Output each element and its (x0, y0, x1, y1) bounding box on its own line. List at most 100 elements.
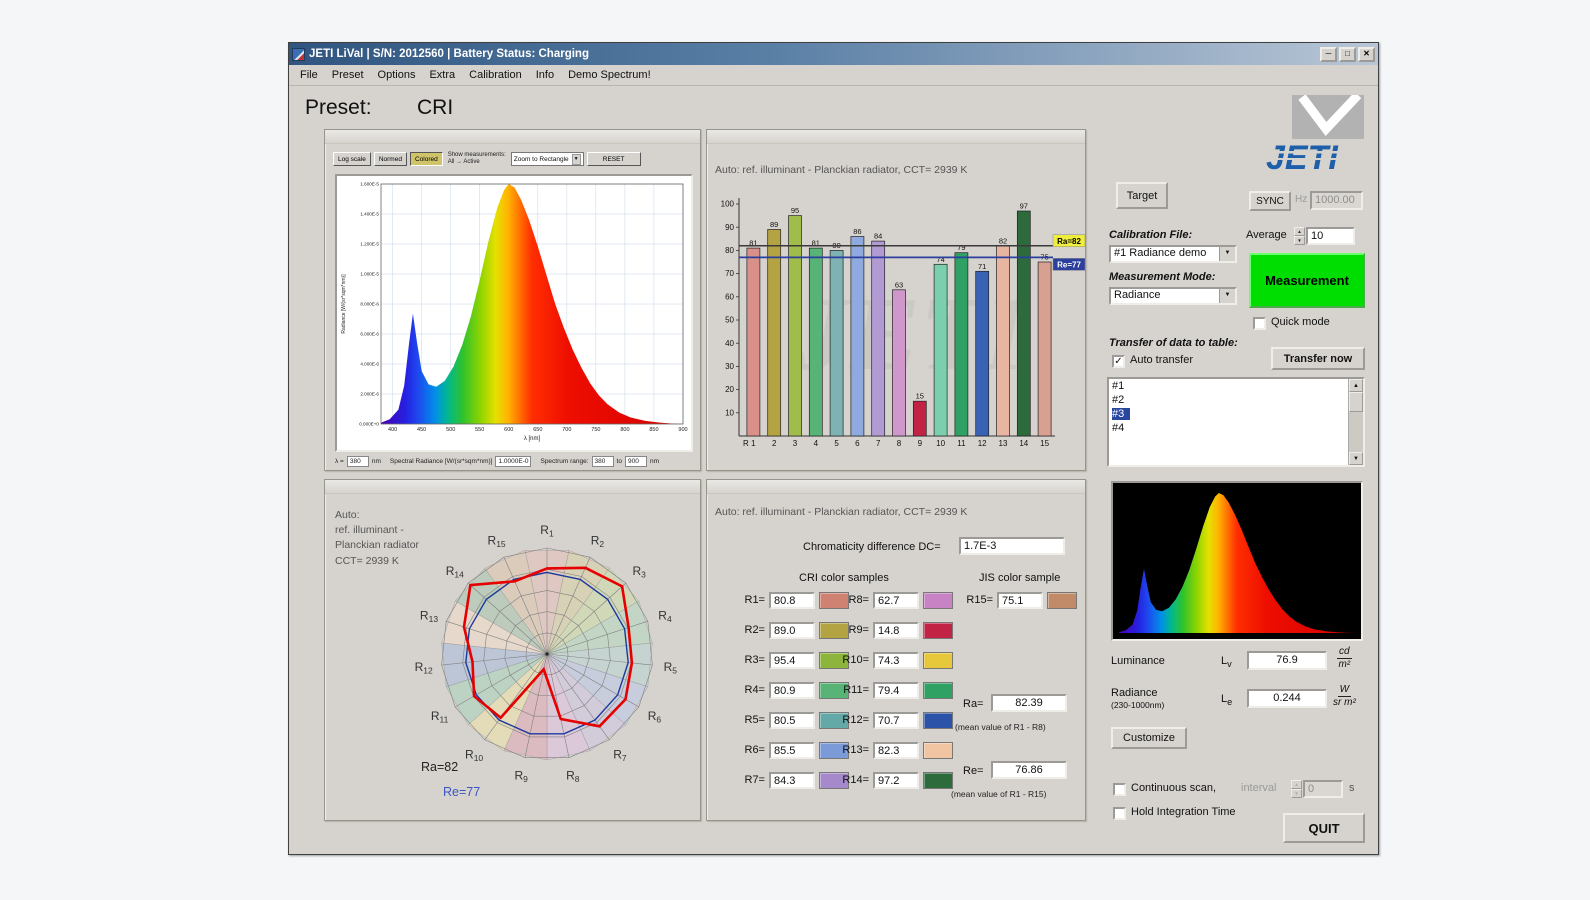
zoom-mode-select[interactable]: Zoom to Rectangle ▼ (511, 152, 584, 166)
menu-extra[interactable]: Extra (422, 67, 462, 83)
target-button[interactable]: Target (1116, 182, 1168, 209)
cri-sample-swatch (923, 712, 953, 729)
svg-text:100: 100 (721, 200, 735, 209)
lv-symbol: Lv (1221, 655, 1232, 669)
maximize-button[interactable]: □ (1339, 47, 1356, 62)
svg-text:70: 70 (725, 269, 734, 278)
cri-sample-value[interactable]: 89.0 (769, 622, 815, 639)
lambda-input[interactable]: 380 (347, 456, 369, 467)
cri-sample-value[interactable]: 14.8 (873, 622, 919, 639)
spectrum-toolbar: Log scale Normed Colored Show measuremen… (333, 150, 694, 168)
chevron-down-icon[interactable]: ▼ (572, 154, 581, 165)
hold-integration-checkbox[interactable] (1113, 807, 1126, 820)
chevron-down-icon[interactable]: ▼ (1219, 289, 1235, 303)
measurement-mode-select[interactable]: Radiance ▼ (1109, 287, 1237, 305)
scrollbar-thumb[interactable] (1349, 392, 1363, 412)
menu-file[interactable]: File (293, 67, 325, 83)
scroll-down-icon[interactable]: ▼ (1349, 452, 1363, 465)
cri-sample-value[interactable]: 80.8 (769, 592, 815, 609)
cri-sample-value[interactable]: 70.7 (873, 712, 919, 729)
results-listbox[interactable]: #1#2#3#4 ▲ ▼ (1107, 377, 1365, 467)
svg-text:3: 3 (793, 439, 798, 448)
title-bar[interactable]: JETI LiVal | S/N: 2012560 | Battery Stat… (289, 43, 1378, 65)
re-input[interactable]: 76.86 (991, 761, 1067, 779)
spinner-down-icon[interactable]: ▼ (1294, 236, 1305, 245)
luminance-label: Luminance (1111, 655, 1165, 667)
svg-text:R11: R11 (431, 709, 449, 725)
cri-sample-value[interactable]: 79.4 (873, 682, 919, 699)
interval-stepper: ▲ ▼ (1291, 780, 1302, 798)
cri-sample-value[interactable]: 74.3 (873, 652, 919, 669)
chevron-down-icon[interactable]: ▼ (1219, 247, 1235, 261)
spinner-up-icon[interactable]: ▲ (1294, 227, 1305, 236)
list-item[interactable]: #4 (1109, 421, 1363, 435)
list-item[interactable]: #3 (1109, 407, 1363, 421)
menu-calibration[interactable]: Calibration (462, 67, 529, 83)
cri-sample-value[interactable]: 85.5 (769, 742, 815, 759)
svg-text:82: 82 (999, 236, 1007, 245)
cri-sample-swatch (923, 652, 953, 669)
range-to-input[interactable]: 900 (625, 456, 647, 467)
cri-sample-value[interactable]: 75.1 (997, 592, 1043, 609)
svg-text:R10: R10 (465, 747, 483, 763)
sync-button[interactable]: SYNC (1249, 191, 1291, 211)
cri-sample-value[interactable]: 97.2 (873, 772, 919, 789)
cri-sample-value[interactable]: 84.3 (769, 772, 815, 789)
log-scale-button[interactable]: Log scale (333, 152, 371, 166)
menu-demo-spectrum[interactable]: Demo Spectrum! (561, 67, 658, 83)
cri-sample-value[interactable]: 80.9 (769, 682, 815, 699)
list-item[interactable]: #2 (1109, 393, 1363, 407)
calibration-file-value: #1 Radiance demo (1111, 247, 1219, 261)
cri-sample-value[interactable]: 62.7 (873, 592, 919, 609)
continuous-scan-label: Continuous scan, (1131, 782, 1216, 794)
svg-text:900: 900 (678, 427, 687, 433)
customize-button[interactable]: Customize (1111, 727, 1187, 749)
close-button[interactable]: ✕ (1358, 47, 1375, 62)
listbox-scrollbar[interactable]: ▲ ▼ (1348, 379, 1363, 465)
svg-text:R7: R7 (613, 747, 627, 763)
range-to-label: to (617, 458, 622, 465)
average-stepper[interactable]: ▲ ▼ (1294, 227, 1305, 245)
svg-text:R15: R15 (488, 534, 506, 550)
radar-re-value: Re=77 (443, 785, 480, 799)
menu-preset[interactable]: Preset (325, 67, 371, 83)
reset-button[interactable]: RESET (587, 152, 641, 166)
interval-unit: s (1349, 782, 1355, 794)
svg-text:1.000E-5: 1.000E-5 (360, 272, 379, 277)
menu-options[interactable]: Options (371, 67, 423, 83)
ra-input[interactable]: 82.39 (991, 694, 1067, 712)
svg-text:600: 600 (504, 427, 513, 433)
spectral-radiance-input[interactable]: 1.0000E-0 (495, 456, 531, 467)
cri-sample-value[interactable]: 82.3 (873, 742, 919, 759)
menu-info[interactable]: Info (529, 67, 561, 83)
le-unit: Wsr m² (1333, 684, 1356, 708)
calibration-file-select[interactable]: #1 Radiance demo ▼ (1109, 245, 1237, 263)
cri-sample-value[interactable]: 80.5 (769, 712, 815, 729)
list-item[interactable]: #1 (1109, 379, 1363, 393)
average-input[interactable]: 10 (1306, 227, 1355, 245)
transfer-now-button[interactable]: Transfer now (1271, 347, 1365, 370)
quick-mode-checkbox[interactable] (1253, 317, 1266, 330)
range-from-input[interactable]: 380 (592, 456, 614, 467)
measurement-button[interactable]: Measurement (1249, 253, 1365, 308)
lambda-label: λ = (335, 458, 344, 465)
minimize-button[interactable]: ─ (1320, 47, 1337, 62)
radar-ra-value: Ra=82 (421, 760, 458, 774)
average-label: Average (1246, 229, 1287, 241)
normed-button[interactable]: Normed (374, 152, 407, 166)
spectrum-panel: Log scale Normed Colored Show measuremen… (324, 129, 701, 471)
colored-button[interactable]: Colored (410, 152, 443, 166)
spinner-up-icon: ▲ (1291, 780, 1302, 789)
cri-sample-label: R10= (831, 654, 869, 666)
scroll-up-icon[interactable]: ▲ (1349, 379, 1363, 392)
auto-transfer-checkbox[interactable]: ✓ (1112, 355, 1125, 368)
svg-text:400: 400 (388, 427, 397, 433)
continuous-scan-checkbox[interactable] (1113, 783, 1126, 796)
app-window: JETI LiVal | S/N: 2012560 | Battery Stat… (288, 42, 1379, 855)
cri-sample-label: R13= (831, 744, 869, 756)
svg-text:R4: R4 (658, 609, 672, 625)
quit-button[interactable]: QUIT (1283, 813, 1365, 843)
cri-sample-value[interactable]: 95.4 (769, 652, 815, 669)
preset-label: Preset: (305, 96, 372, 120)
radar-panel: Auto: ref. illuminant - Planckian radiat… (324, 479, 701, 821)
